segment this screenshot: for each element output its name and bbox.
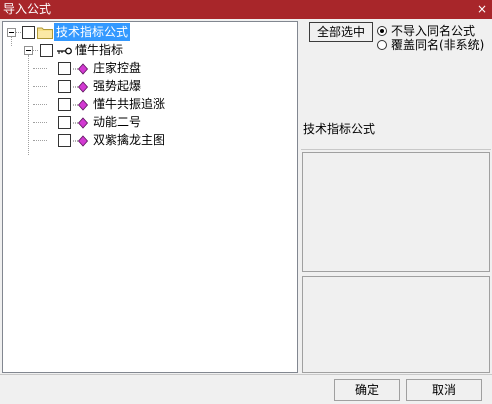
formula-description-panel [302,152,490,272]
tree-node-label[interactable]: 双紫擒龙主图 [91,131,167,149]
checkbox[interactable] [58,80,71,93]
formula-tree[interactable]: 技术指标公式 懂牛指标 庄家控盘 强势起爆 懂牛共振追涨 动能二号 双紫擒龙主图 [2,21,298,373]
radio-icon[interactable] [377,40,387,50]
tree-node-group[interactable]: 懂牛指标 [3,41,153,59]
radio-label: 不导入同名公式 [391,24,476,38]
radio-label: 覆盖同名(非系统) [391,38,485,52]
tree-node-root[interactable]: 技术指标公式 [3,23,153,41]
checkbox[interactable] [58,62,71,75]
window-title: 导入公式 [3,2,52,16]
checkbox[interactable] [58,98,71,111]
title-bar: 导入公式 × [0,0,492,19]
tree-node-label[interactable]: 庄家控盘 [91,59,143,77]
formula-type-label: 技术指标公式 [301,120,491,150]
radio-overwrite[interactable]: 覆盖同名(非系统) [377,38,484,52]
tree-line [33,50,38,51]
tree-node-label[interactable]: 懂牛指标 [73,41,125,59]
formula-icon [73,134,89,152]
import-options: 全部选中 不导入同名公式 覆盖同名(非系统) [301,21,491,121]
tree-item[interactable]: 动能二号 [3,113,163,131]
formula-preview-panel [302,276,490,373]
checkbox[interactable] [58,116,71,129]
tree-line [16,32,21,33]
cancel-button[interactable]: 取消 [406,379,482,401]
tree-item[interactable]: 双紫擒龙主图 [3,131,183,149]
tree-node-label[interactable]: 技术指标公式 [54,23,131,41]
divider [0,374,492,375]
ok-button[interactable]: 确定 [334,379,400,401]
tree-node-label[interactable]: 强势起爆 [91,77,143,95]
tree-item[interactable]: 懂牛共振追涨 [3,95,183,113]
tree-item[interactable]: 庄家控盘 [3,59,163,77]
tree-node-label[interactable]: 懂牛共振追涨 [91,95,167,113]
checkbox[interactable] [40,44,53,57]
collapse-icon[interactable] [24,46,33,55]
select-all-button[interactable]: 全部选中 [309,22,373,42]
tree-item[interactable]: 强势起爆 [3,77,163,95]
radio-skip-duplicates[interactable]: 不导入同名公式 [377,24,475,38]
tree-node-label[interactable]: 动能二号 [91,113,143,131]
checkbox[interactable] [58,134,71,147]
collapse-icon[interactable] [7,28,16,37]
close-icon[interactable]: × [476,0,488,19]
checkbox[interactable] [22,26,35,39]
radio-selected-icon[interactable] [377,26,387,36]
